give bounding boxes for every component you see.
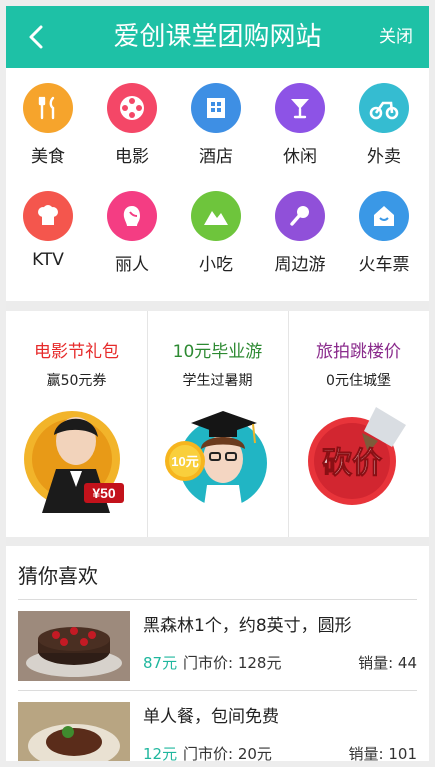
category-train-ticket[interactable]: 火车票 bbox=[342, 176, 426, 286]
list-item[interactable]: 黑森林1个，约8英寸，圆形 87元 门市价: 128元 销量: 44 bbox=[18, 599, 417, 685]
category-label: 休闲 bbox=[283, 147, 317, 167]
item-market-price: 门市价: 128元 bbox=[183, 654, 282, 672]
mountain-icon bbox=[191, 191, 241, 241]
category-grid: 美食 电影 酒店 休闲 外卖 KTV 丽人 小吃 周边游 火车票 bbox=[6, 68, 429, 301]
recommendations-section: 猜你喜欢 黑森林1个，约8英寸，圆形 87元 门市价: 128元 销量: 44 bbox=[6, 546, 429, 761]
category-beauty[interactable]: 丽人 bbox=[90, 176, 174, 286]
category-label: 外卖 bbox=[367, 147, 401, 167]
promo-badge: 砍价 bbox=[322, 446, 382, 481]
category-label: 周边游 bbox=[274, 255, 326, 275]
promo-graduation-trip[interactable]: 10元毕业游 学生过暑期 10元 bbox=[147, 311, 288, 537]
movie-coupon-image: ¥50 bbox=[24, 411, 124, 513]
promo-subtitle: 0元住城堡 bbox=[326, 373, 391, 389]
scooter-icon bbox=[359, 83, 409, 133]
microphone-icon bbox=[275, 191, 325, 241]
promo-row: 电影节礼包 赢50元券 ¥50 10元毕业游 学生过暑期 10元 旅拍跳楼价 0… bbox=[6, 311, 429, 537]
meal-thumbnail bbox=[18, 702, 130, 761]
category-leisure[interactable]: 休闲 bbox=[258, 68, 342, 178]
category-label: 美食 bbox=[31, 147, 65, 167]
category-ktv[interactable]: KTV bbox=[6, 176, 90, 286]
section-heading: 猜你喜欢 bbox=[18, 564, 98, 588]
category-movie[interactable]: 电影 bbox=[90, 68, 174, 178]
promo-badge: 10元 bbox=[171, 454, 198, 469]
category-label: 火车票 bbox=[358, 255, 410, 275]
category-label: 小吃 bbox=[199, 255, 233, 275]
film-reel-icon bbox=[107, 83, 157, 133]
section-divider bbox=[6, 537, 429, 546]
promo-movie-pack[interactable]: 电影节礼包 赢50元券 ¥50 bbox=[6, 311, 147, 537]
promo-badge: ¥50 bbox=[92, 485, 116, 501]
promo-subtitle: 学生过暑期 bbox=[182, 373, 253, 389]
category-food[interactable]: 美食 bbox=[6, 68, 90, 178]
promo-title: 电影节礼包 bbox=[34, 342, 119, 362]
beauty-icon bbox=[107, 191, 157, 241]
graduate-image: 10元 bbox=[165, 411, 267, 513]
bargain-cleaver-image: 砍价 bbox=[308, 407, 406, 505]
item-sales: 销量: 44 bbox=[358, 654, 417, 672]
category-label: 电影 bbox=[115, 147, 149, 167]
category-label: KTV bbox=[32, 250, 64, 270]
fork-knife-icon bbox=[23, 83, 73, 133]
list-item[interactable]: 单人餐，包间免费 12元 门市价: 20元 销量: 101 bbox=[18, 690, 417, 761]
close-button[interactable]: 关闭 bbox=[379, 6, 413, 68]
hotel-icon bbox=[191, 83, 241, 133]
promo-title: 旅拍跳楼价 bbox=[316, 342, 401, 362]
item-price: 12元 bbox=[143, 745, 178, 761]
category-label: 丽人 bbox=[115, 255, 149, 275]
category-snacks[interactable]: 小吃 bbox=[174, 176, 258, 286]
section-divider bbox=[6, 301, 429, 311]
category-hotel[interactable]: 酒店 bbox=[174, 68, 258, 178]
promo-subtitle: 赢50元券 bbox=[46, 373, 107, 389]
item-price: 87元 bbox=[143, 654, 178, 672]
item-name: 单人餐，包间免费 bbox=[143, 707, 279, 727]
promo-travel-photo[interactable]: 旅拍跳楼价 0元住城堡 砍价 bbox=[288, 311, 429, 537]
cake-thumbnail bbox=[18, 611, 130, 681]
cocktail-icon bbox=[275, 83, 325, 133]
home-icon bbox=[359, 191, 409, 241]
item-market-price: 门市价: 20元 bbox=[183, 745, 272, 761]
top-bar: 爱创课堂团购网站 关闭 bbox=[6, 6, 429, 68]
page-title: 爱创课堂团购网站 bbox=[113, 22, 322, 52]
item-name: 黑森林1个，约8英寸，圆形 bbox=[143, 616, 352, 636]
item-sales: 销量: 101 bbox=[348, 745, 417, 761]
category-takeout[interactable]: 外卖 bbox=[342, 68, 426, 178]
category-nearby-trip[interactable]: 周边游 bbox=[258, 176, 342, 286]
chef-hat-icon bbox=[23, 191, 73, 241]
app-frame: 爱创课堂团购网站 关闭 美食 电影 酒店 休闲 外卖 KTV 丽人 小吃 周边游… bbox=[6, 6, 429, 761]
category-label: 酒店 bbox=[199, 147, 233, 167]
promo-title: 10元毕业游 bbox=[172, 342, 263, 362]
